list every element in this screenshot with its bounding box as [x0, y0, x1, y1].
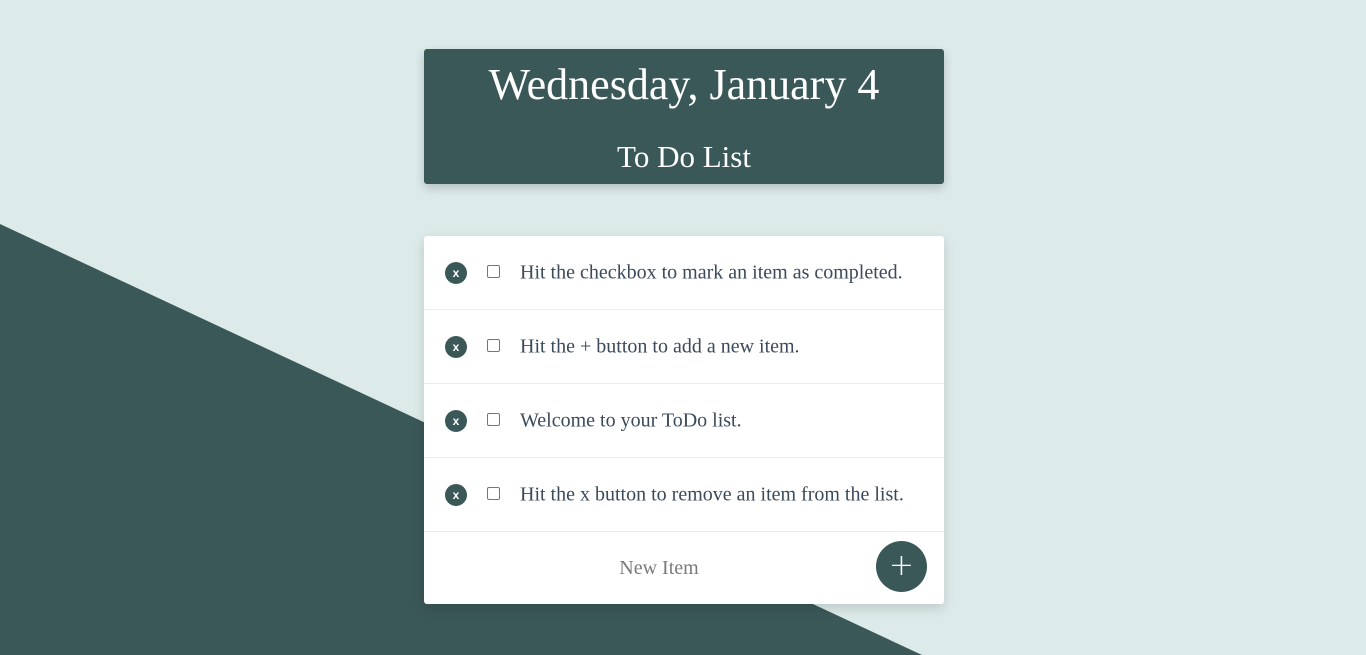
remove-item-button[interactable]: x [445, 335, 467, 358]
new-item-input[interactable] [464, 548, 854, 588]
header-card: Wednesday, January 4 To Do List [424, 49, 944, 184]
list-item: x Hit the x button to remove an item fro… [424, 458, 944, 532]
complete-item-checkbox[interactable] [487, 338, 500, 352]
item-text: Hit the + button to add a new item. [520, 335, 800, 357]
complete-item-checkbox[interactable] [487, 264, 500, 278]
remove-item-button[interactable]: x [445, 483, 467, 506]
page-title: To Do List [617, 139, 751, 174]
item-text: Welcome to your ToDo list. [520, 409, 742, 431]
list-item: x Hit the + button to add a new item. [424, 310, 944, 384]
todo-list-card: x Hit the checkbox to mark an item as co… [424, 236, 944, 604]
new-item-row: + [424, 532, 944, 604]
list-item: x Welcome to your ToDo list. [424, 384, 944, 458]
item-text: Hit the x button to remove an item from … [520, 483, 904, 505]
item-text: Hit the checkbox to mark an item as comp… [520, 261, 903, 283]
remove-item-button[interactable]: x [445, 409, 467, 432]
list-item: x Hit the checkbox to mark an item as co… [424, 236, 944, 310]
add-item-button[interactable]: + [876, 541, 927, 592]
complete-item-checkbox[interactable] [487, 486, 500, 500]
remove-item-button[interactable]: x [445, 261, 467, 284]
header-date: Wednesday, January 4 [488, 60, 880, 109]
complete-item-checkbox[interactable] [487, 412, 500, 426]
